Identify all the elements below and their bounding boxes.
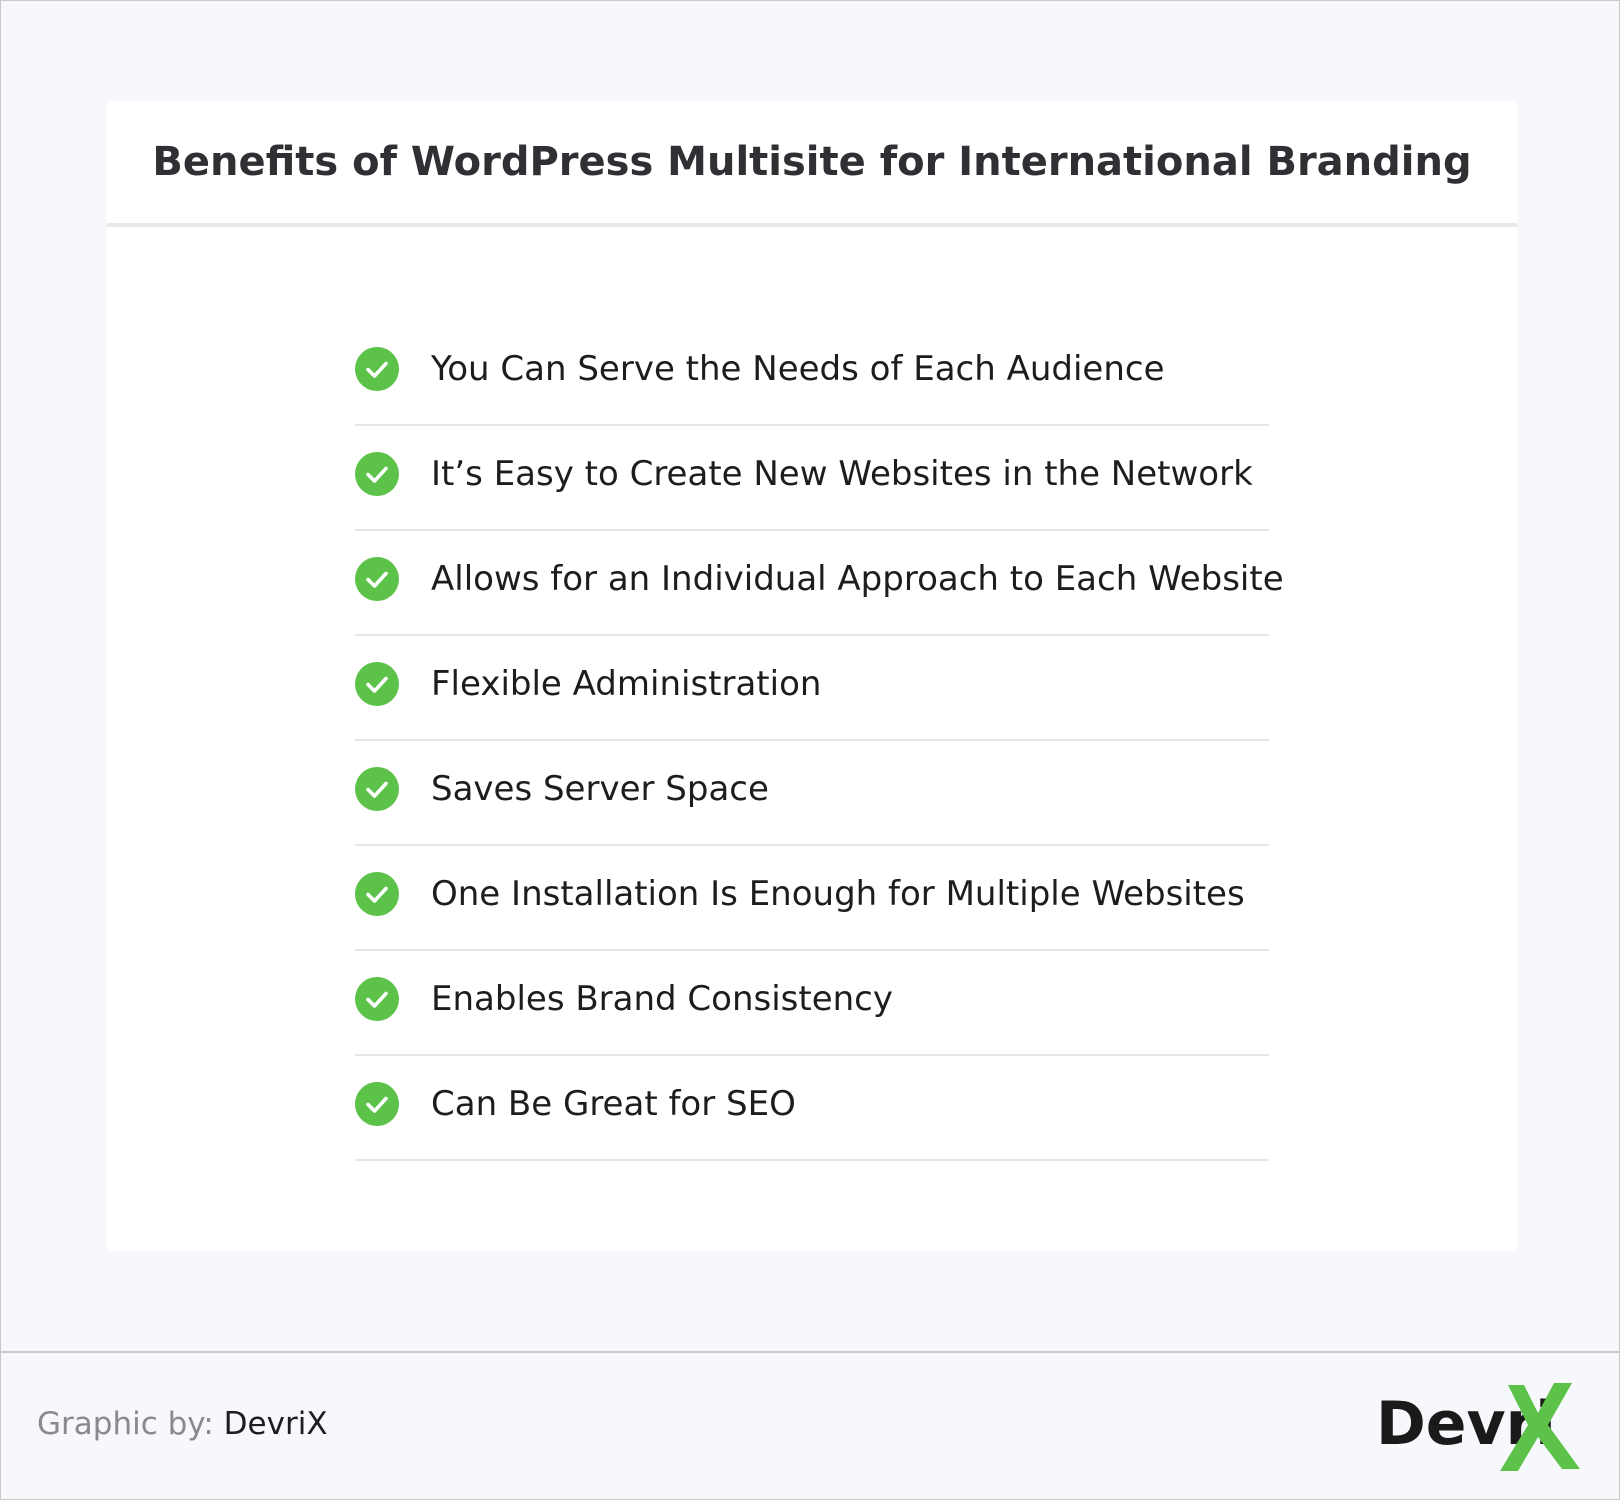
card-title: Benefits of WordPress Multisite for Inte… xyxy=(152,139,1472,185)
list-item: Can Be Great for SEO xyxy=(355,1056,1269,1161)
check-circle-icon xyxy=(355,1081,399,1126)
benefits-list: You Can Serve the Needs of Each Audience… xyxy=(355,321,1284,1161)
list-item-label: It’s Easy to Create New Websites in the … xyxy=(431,453,1253,494)
devrix-logo: Devri xyxy=(1376,1381,1586,1471)
list-item-label: Can Be Great for SEO xyxy=(431,1083,796,1124)
check-circle-icon xyxy=(355,346,399,391)
list-item: Enables Brand Consistency xyxy=(355,951,1269,1056)
graphic-credit: Graphic by: DevriX xyxy=(37,1406,328,1442)
list-item: Allows for an Individual Approach to Eac… xyxy=(355,531,1284,636)
list-item-label: You Can Serve the Needs of Each Audience xyxy=(431,348,1165,389)
list-item: Saves Server Space xyxy=(355,741,1269,846)
check-circle-icon xyxy=(355,871,399,916)
check-circle-icon xyxy=(355,556,399,601)
list-item: One Installation Is Enough for Multiple … xyxy=(355,846,1269,951)
list-item: Flexible Administration xyxy=(355,636,1269,741)
list-item-label: Enables Brand Consistency xyxy=(431,978,893,1019)
benefits-card: Benefits of WordPress Multisite for Inte… xyxy=(107,101,1517,1251)
list-item-label: Allows for an Individual Approach to Eac… xyxy=(431,558,1284,599)
list-item-label: One Installation Is Enough for Multiple … xyxy=(431,873,1245,914)
credit-prefix: Graphic by: xyxy=(37,1406,214,1442)
check-circle-icon xyxy=(355,451,399,496)
list-item: It’s Easy to Create New Websites in the … xyxy=(355,426,1269,531)
check-circle-icon xyxy=(355,976,399,1021)
footer-divider xyxy=(1,1351,1620,1353)
check-circle-icon xyxy=(355,766,399,811)
list-item: You Can Serve the Needs of Each Audience xyxy=(355,321,1269,426)
credit-name: DevriX xyxy=(223,1406,328,1442)
list-item-label: Saves Server Space xyxy=(431,768,769,809)
card-header: Benefits of WordPress Multisite for Inte… xyxy=(107,101,1517,227)
logo-x-mark-icon xyxy=(1500,1383,1580,1471)
page-frame: Benefits of WordPress Multisite for Inte… xyxy=(0,0,1620,1500)
check-circle-icon xyxy=(355,661,399,706)
list-item-label: Flexible Administration xyxy=(431,663,822,704)
